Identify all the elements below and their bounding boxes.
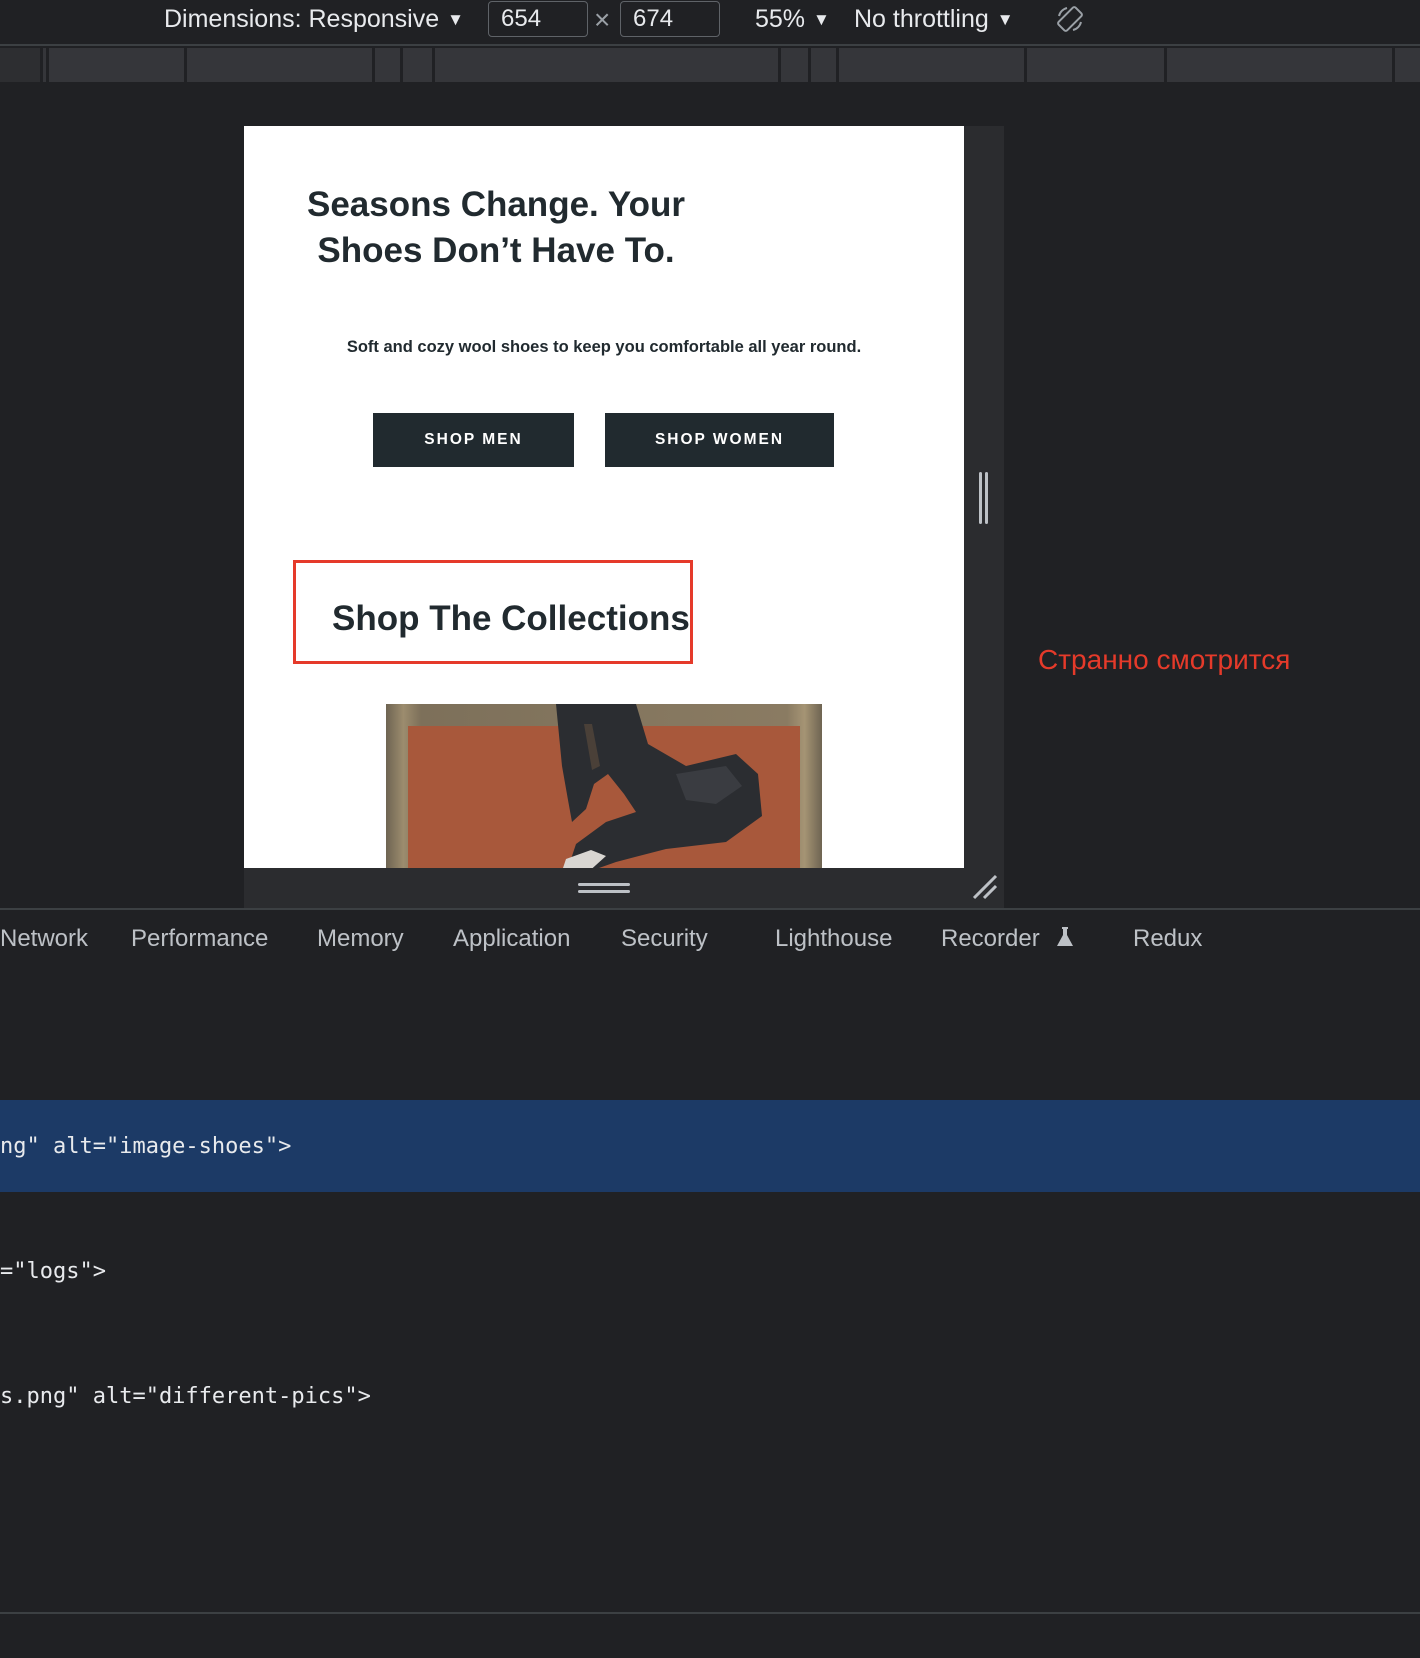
person-silhouette <box>556 704 762 868</box>
tab-application[interactable]: Application <box>453 925 570 953</box>
caret-down-icon: ▼ <box>996 10 1014 29</box>
panel-divider <box>0 1612 1420 1614</box>
bottom-resize-handle[interactable] <box>578 883 630 895</box>
media-query-segment[interactable] <box>184 48 372 82</box>
tab-recorder-label: Recorder <box>941 925 1040 952</box>
media-query-segment[interactable] <box>372 48 400 82</box>
media-query-segment[interactable] <box>808 48 836 82</box>
flask-icon <box>1057 927 1074 946</box>
height-input[interactable] <box>620 1 720 37</box>
zoom-dropdown[interactable]: 55% ▼ <box>755 4 830 37</box>
media-query-segment[interactable] <box>836 48 1024 82</box>
right-resize-handle[interactable] <box>979 472 989 524</box>
hero-title: Seasons Change. Your Shoes Don’t Have To… <box>307 185 685 270</box>
tab-lighthouse[interactable]: Lighthouse <box>775 925 892 953</box>
rotate-icon[interactable] <box>1055 4 1085 34</box>
devtools-tab-strip: Network Performance Memory Application S… <box>0 908 1420 966</box>
device-toolbar: Dimensions: Responsive ▼ × 55% ▼ No thrott… <box>0 0 1420 46</box>
media-query-segment[interactable] <box>1024 48 1164 82</box>
tab-redux[interactable]: Redux <box>1133 925 1202 953</box>
caret-down-icon: ▼ <box>813 10 830 29</box>
dimensions-dropdown[interactable]: Dimensions: Responsive ▼ <box>164 4 464 37</box>
dimensions-label: Dimensions: Responsive <box>164 5 440 33</box>
hero-subtitle: Soft and cozy wool shoes to keep you com… <box>346 338 862 356</box>
shop-men-button[interactable]: SHOP MEN <box>373 413 574 467</box>
tab-network[interactable]: Network <box>0 925 88 953</box>
elements-panel: ng" alt="image-shoes"> ="logs"> s.png" a… <box>0 964 1420 1612</box>
tab-recorder[interactable]: Recorder <box>941 925 1074 953</box>
device-emulation-area: Seasons Change. Your Shoes Don’t Have To… <box>0 82 1420 908</box>
corner-resize-handle[interactable] <box>970 872 1000 902</box>
media-query-segment[interactable] <box>46 48 184 82</box>
media-query-segment[interactable] <box>432 48 778 82</box>
annotation-text: Странно смотрится <box>1038 644 1291 675</box>
tab-performance[interactable]: Performance <box>131 925 268 953</box>
collections-title: Shop The Collections <box>332 599 690 638</box>
code-line[interactable]: ng" alt="image-shoes"> <box>0 1134 291 1159</box>
tab-memory[interactable]: Memory <box>317 925 404 953</box>
page-viewport: Seasons Change. Your Shoes Don’t Have To… <box>244 126 964 868</box>
media-query-segment[interactable] <box>400 48 432 82</box>
throttling-dropdown[interactable]: No throttling ▼ <box>854 4 1014 37</box>
caret-down-icon: ▼ <box>447 10 464 29</box>
media-query-segment[interactable] <box>1392 48 1420 82</box>
times-icon: × <box>594 4 611 35</box>
media-query-segment[interactable] <box>778 48 808 82</box>
shop-women-button[interactable]: SHOP WOMEN <box>605 413 834 467</box>
collection-image[interactable] <box>386 704 822 868</box>
media-query-bar <box>0 48 1420 82</box>
code-line[interactable]: s.png" alt="different-pics"> <box>0 1384 371 1409</box>
width-input[interactable] <box>488 1 588 37</box>
throttling-label: No throttling <box>854 5 989 33</box>
zoom-label: 55% <box>755 5 806 33</box>
tab-security[interactable]: Security <box>621 925 708 953</box>
media-query-segment[interactable] <box>1164 48 1392 82</box>
code-line[interactable]: ="logs"> <box>0 1259 106 1284</box>
